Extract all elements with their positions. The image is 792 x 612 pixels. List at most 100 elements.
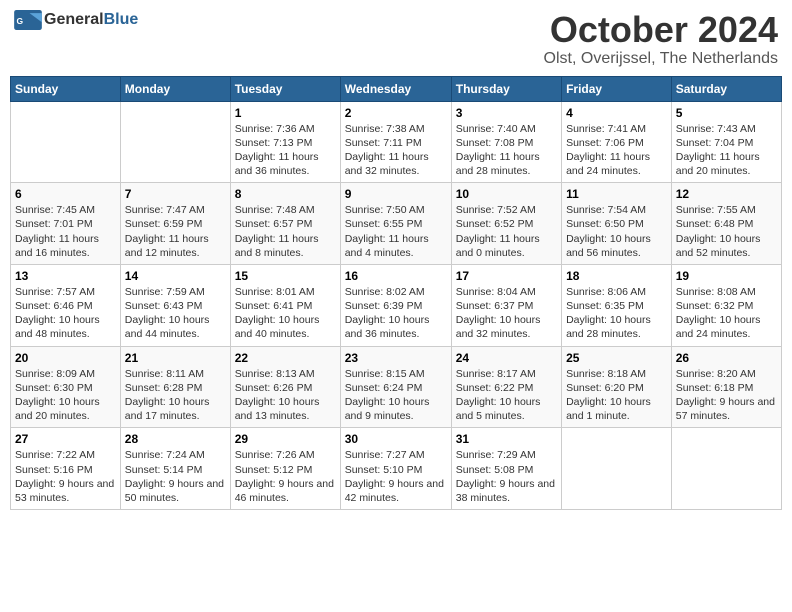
title-block: October 2024 Olst, Overijssel, The Nethe… [544,10,778,68]
month-title: October 2024 [544,10,778,50]
calendar-day-cell: 1Sunrise: 7:36 AM Sunset: 7:13 PM Daylig… [230,101,340,183]
day-number: 28 [125,432,226,446]
calendar-day-cell: 20 Sunrise: 8:09 AM Sunset: 6:30 PM Dayli… [11,346,121,428]
calendar-day-cell: 22Sunrise: 8:13 AM Sunset: 6:26 PM Dayli… [230,346,340,428]
day-number: 8 [235,187,336,201]
calendar-day-cell: 10 Sunrise: 7:52 AM Sunset: 6:52 PM Dayli… [451,183,561,265]
day-number: 9 [345,187,447,201]
day-info: Sunrise: 7:38 AM Sunset: 7:11 PM Dayligh… [345,122,447,179]
day-info: Sunrise: 7:41 AM Sunset: 7:06 PM Dayligh… [566,122,667,179]
day-number: 2 [345,106,447,120]
day-number: 3 [456,106,557,120]
day-number: 12 [676,187,777,201]
day-number: 4 [566,106,667,120]
calendar-day-cell: 14Sunrise: 7:59 AM Sunset: 6:43 PM Dayli… [120,264,230,346]
calendar-day-cell [11,101,121,183]
calendar-day-cell: 7 Sunrise: 7:47 AM Sunset: 6:59 PM Daylig… [120,183,230,265]
calendar-day-cell: 12Sunrise: 7:55 AM Sunset: 6:48 PM Dayli… [671,183,781,265]
page-header: G GeneralBlue October 2024 Olst, Overijs… [10,10,782,68]
day-of-week-header: Saturday [671,76,781,101]
day-of-week-header: Tuesday [230,76,340,101]
day-of-week-header: Sunday [11,76,121,101]
day-of-week-header: Thursday [451,76,561,101]
calendar-week-row: 13 Sunrise: 7:57 AM Sunset: 6:46 PM Dayli… [11,264,782,346]
day-of-week-header: Wednesday [340,76,451,101]
day-info: Sunrise: 7:26 AM Sunset: 5:12 PM Dayligh… [235,448,336,505]
day-info: Sunrise: 8:06 AM Sunset: 6:35 PM Dayligh… [566,285,667,342]
calendar-day-cell: 17 Sunrise: 8:04 AM Sunset: 6:37 PM Dayli… [451,264,561,346]
calendar-day-cell: 19Sunrise: 8:08 AM Sunset: 6:32 PM Dayli… [671,264,781,346]
day-number: 17 [456,269,557,283]
calendar-day-cell: 24 Sunrise: 8:17 AM Sunset: 6:22 PM Dayli… [451,346,561,428]
day-info: Sunrise: 7:45 AM Sunset: 7:01 PM Dayligh… [15,203,116,260]
calendar-day-cell: 29 Sunrise: 7:26 AM Sunset: 5:12 PM Dayli… [230,428,340,510]
day-number: 23 [345,351,447,365]
day-number: 21 [125,351,226,365]
calendar-day-cell [671,428,781,510]
day-number: 13 [15,269,116,283]
day-info: Sunrise: 8:15 AM Sunset: 6:24 PM Dayligh… [345,367,447,424]
day-number: 15 [235,269,336,283]
calendar-day-cell: 27Sunrise: 7:22 AM Sunset: 5:16 PM Dayli… [11,428,121,510]
logo: G GeneralBlue [14,10,138,30]
calendar-day-cell: 25 Sunrise: 8:18 AM Sunset: 6:20 PM Dayli… [562,346,672,428]
day-number: 24 [456,351,557,365]
day-number: 20 [15,351,116,365]
day-info: Sunrise: 7:59 AM Sunset: 6:43 PM Dayligh… [125,285,226,342]
calendar-day-cell: 31 Sunrise: 7:29 AM Sunset: 5:08 PM Dayli… [451,428,561,510]
calendar-week-row: 27Sunrise: 7:22 AM Sunset: 5:16 PM Dayli… [11,428,782,510]
day-number: 31 [456,432,557,446]
calendar-day-cell: 13 Sunrise: 7:57 AM Sunset: 6:46 PM Dayli… [11,264,121,346]
calendar-day-cell: 15Sunrise: 8:01 AM Sunset: 6:41 PM Dayli… [230,264,340,346]
day-number: 5 [676,106,777,120]
day-info: Sunrise: 7:50 AM Sunset: 6:55 PM Dayligh… [345,203,447,260]
day-info: Sunrise: 7:48 AM Sunset: 6:57 PM Dayligh… [235,203,336,260]
day-info: Sunrise: 7:43 AM Sunset: 7:04 PM Dayligh… [676,122,777,179]
day-info: Sunrise: 7:54 AM Sunset: 6:50 PM Dayligh… [566,203,667,260]
calendar-day-cell: 3 Sunrise: 7:40 AM Sunset: 7:08 PM Daylig… [451,101,561,183]
day-info: Sunrise: 7:36 AM Sunset: 7:13 PM Dayligh… [235,122,336,179]
day-info: Sunrise: 8:18 AM Sunset: 6:20 PM Dayligh… [566,367,667,424]
calendar-day-cell: 11 Sunrise: 7:54 AM Sunset: 6:50 PM Dayli… [562,183,672,265]
day-info: Sunrise: 7:24 AM Sunset: 5:14 PM Dayligh… [125,448,226,505]
calendar-day-cell: 18 Sunrise: 8:06 AM Sunset: 6:35 PM Dayli… [562,264,672,346]
day-number: 18 [566,269,667,283]
day-number: 11 [566,187,667,201]
day-of-week-header: Friday [562,76,672,101]
day-number: 10 [456,187,557,201]
calendar-day-cell: 26 Sunrise: 8:20 AM Sunset: 6:18 PM Dayli… [671,346,781,428]
logo-icon: G [14,10,42,30]
day-number: 7 [125,187,226,201]
day-info: Sunrise: 8:08 AM Sunset: 6:32 PM Dayligh… [676,285,777,342]
calendar-day-cell: 5 Sunrise: 7:43 AM Sunset: 7:04 PM Daylig… [671,101,781,183]
calendar-day-cell: 30Sunrise: 7:27 AM Sunset: 5:10 PM Dayli… [340,428,451,510]
day-number: 25 [566,351,667,365]
svg-text:G: G [16,16,23,26]
calendar-week-row: 1Sunrise: 7:36 AM Sunset: 7:13 PM Daylig… [11,101,782,183]
calendar-day-cell: 21Sunrise: 8:11 AM Sunset: 6:28 PM Dayli… [120,346,230,428]
calendar-week-row: 20 Sunrise: 8:09 AM Sunset: 6:30 PM Dayli… [11,346,782,428]
day-number: 29 [235,432,336,446]
day-number: 30 [345,432,447,446]
day-number: 26 [676,351,777,365]
day-info: Sunrise: 8:04 AM Sunset: 6:37 PM Dayligh… [456,285,557,342]
calendar-day-cell: 4 Sunrise: 7:41 AM Sunset: 7:06 PM Daylig… [562,101,672,183]
day-info: Sunrise: 8:09 AM Sunset: 6:30 PM Dayligh… [15,367,116,424]
day-number: 22 [235,351,336,365]
day-info: Sunrise: 7:57 AM Sunset: 6:46 PM Dayligh… [15,285,116,342]
day-number: 16 [345,269,447,283]
day-info: Sunrise: 7:40 AM Sunset: 7:08 PM Dayligh… [456,122,557,179]
calendar-week-row: 6 Sunrise: 7:45 AM Sunset: 7:01 PM Daylig… [11,183,782,265]
day-info: Sunrise: 8:20 AM Sunset: 6:18 PM Dayligh… [676,367,777,424]
day-info: Sunrise: 7:29 AM Sunset: 5:08 PM Dayligh… [456,448,557,505]
day-info: Sunrise: 7:52 AM Sunset: 6:52 PM Dayligh… [456,203,557,260]
calendar-day-cell: 28 Sunrise: 7:24 AM Sunset: 5:14 PM Dayli… [120,428,230,510]
day-of-week-header: Monday [120,76,230,101]
day-info: Sunrise: 7:47 AM Sunset: 6:59 PM Dayligh… [125,203,226,260]
day-number: 6 [15,187,116,201]
calendar-day-cell: 8 Sunrise: 7:48 AM Sunset: 6:57 PM Daylig… [230,183,340,265]
day-info: Sunrise: 8:17 AM Sunset: 6:22 PM Dayligh… [456,367,557,424]
calendar-body: 1Sunrise: 7:36 AM Sunset: 7:13 PM Daylig… [11,101,782,509]
calendar-day-cell: 6 Sunrise: 7:45 AM Sunset: 7:01 PM Daylig… [11,183,121,265]
calendar-day-cell: 9 Sunrise: 7:50 AM Sunset: 6:55 PM Daylig… [340,183,451,265]
